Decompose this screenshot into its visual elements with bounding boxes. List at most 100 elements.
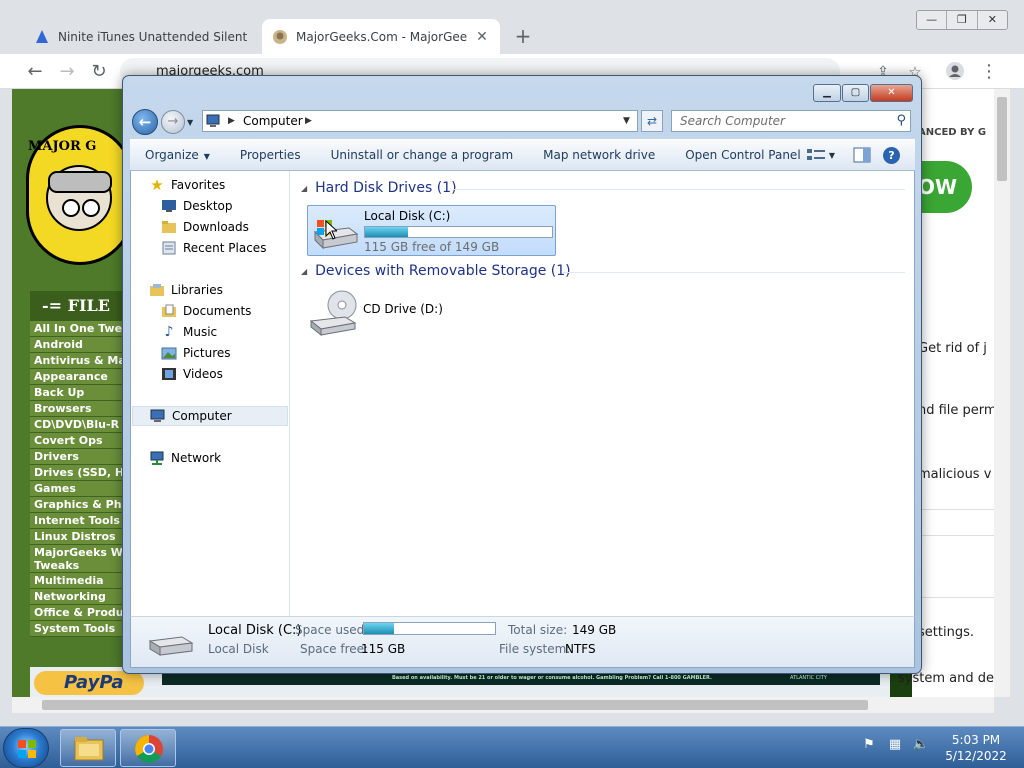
- open-control-panel-button[interactable]: Open Control Panel: [670, 148, 815, 162]
- breadcrumb-arrow-icon[interactable]: ▶: [228, 113, 235, 129]
- forward-button[interactable]: →: [161, 110, 185, 134]
- system-tray: ⚑ ▦ 🔈: [860, 735, 930, 755]
- address-dropdown-icon[interactable]: ▼: [623, 113, 630, 129]
- ad-text: Based on availability. Must be 21 or old…: [392, 675, 712, 681]
- cd-drive-icon: [309, 290, 357, 337]
- page-horizontal-scrollbar[interactable]: [12, 697, 994, 713]
- nav-pictures[interactable]: Pictures: [161, 343, 231, 363]
- chrome-window-controls: — ❐ ✕: [916, 10, 1008, 30]
- network-status-icon[interactable]: ▦: [886, 735, 904, 755]
- download-now-button[interactable]: OW: [914, 161, 972, 213]
- search-icon[interactable]: ⚲: [896, 111, 906, 131]
- computer-icon: [206, 114, 220, 127]
- reload-icon[interactable]: ↻: [88, 61, 110, 83]
- divider: [916, 597, 994, 598]
- collapse-triangle-icon[interactable]: ◢: [301, 184, 307, 193]
- majorgeeks-favicon-icon: [273, 29, 287, 44]
- recent-pages-dropdown-icon[interactable]: ▼: [187, 118, 193, 127]
- clock-time: 5:03 PM: [951, 733, 1001, 747]
- tab-majorgeeks[interactable]: MajorGeeks.Com - MajorGeeks ✕: [262, 19, 500, 54]
- close-button[interactable]: ✕: [977, 11, 1007, 29]
- organize-button[interactable]: Organize ▼: [130, 148, 225, 162]
- maximize-button[interactable]: ▢: [842, 84, 869, 102]
- organize-label: Organize: [145, 148, 199, 162]
- volume-icon[interactable]: 🔈: [912, 735, 930, 755]
- action-center-flag-icon[interactable]: ⚑: [860, 735, 878, 755]
- chevron-down-icon: ▼: [203, 152, 210, 161]
- change-view-icon[interactable]: [806, 148, 825, 162]
- nav-label: Downloads: [183, 220, 249, 234]
- close-button[interactable]: ✕: [870, 84, 913, 102]
- breadcrumb-computer[interactable]: Computer: [243, 113, 303, 129]
- nav-network[interactable]: Network: [149, 448, 221, 468]
- nav-documents[interactable]: Documents: [161, 301, 251, 321]
- article-snippet[interactable]: settings.: [918, 625, 974, 640]
- nav-label: Videos: [183, 367, 223, 381]
- restore-button[interactable]: ❐: [947, 11, 978, 29]
- taskbar-explorer-button[interactable]: [60, 729, 116, 767]
- scrollbar-thumb[interactable]: [42, 700, 868, 710]
- nav-music[interactable]: ♪ Music: [161, 322, 218, 342]
- page-vertical-scrollbar[interactable]: [994, 89, 1010, 697]
- help-icon[interactable]: ?: [883, 146, 900, 164]
- documents-icon: [161, 303, 177, 319]
- nav-videos[interactable]: Videos: [161, 364, 223, 384]
- total-size-value: 149 GB: [572, 623, 617, 637]
- drive-tile-local-disk-c[interactable]: Local Disk (C:) 115 GB free of 149 GB: [307, 205, 556, 256]
- profile-avatar-icon[interactable]: [944, 61, 966, 83]
- scrollbar-thumb[interactable]: [997, 97, 1007, 181]
- article-snippet[interactable]: nd file perm: [918, 403, 994, 418]
- map-network-drive-button[interactable]: Map network drive: [528, 148, 670, 162]
- properties-button[interactable]: Properties: [225, 148, 316, 162]
- kebab-menu-icon[interactable]: ⋮: [978, 61, 1000, 83]
- divider: [916, 535, 994, 536]
- nav-desktop[interactable]: Desktop: [161, 196, 233, 216]
- uninstall-program-button[interactable]: Uninstall or change a program: [316, 148, 529, 162]
- file-system-value: NTFS: [565, 642, 596, 656]
- system-clock[interactable]: 5:03 PM 5/12/2022: [936, 732, 1016, 764]
- nav-label: Favorites: [171, 178, 226, 192]
- article-snippet[interactable]: Get rid of j: [918, 341, 987, 356]
- close-tab-icon[interactable]: ✕: [474, 29, 490, 45]
- back-arrow-icon[interactable]: ←: [24, 61, 46, 83]
- nav-favorites[interactable]: ★ Favorites: [149, 175, 225, 195]
- nav-libraries[interactable]: Libraries: [149, 280, 223, 300]
- videos-icon: [161, 366, 177, 382]
- forward-arrow-icon[interactable]: →: [56, 61, 78, 83]
- breadcrumb-arrow-icon[interactable]: ▶: [305, 113, 312, 129]
- mouse-cursor-icon: [325, 220, 337, 240]
- collapse-triangle-icon[interactable]: ◢: [301, 267, 307, 276]
- space-free-label: Space free:: [300, 642, 369, 656]
- explorer-window: ▁ ▢ ✕ ← → ▼ ▶ Computer ▶ ▼ ⇄ Search Comp…: [122, 75, 922, 674]
- desktop-icon: [161, 198, 177, 214]
- view-options-dropdown-icon[interactable]: ▼: [829, 151, 835, 160]
- nav-downloads[interactable]: Downloads: [161, 217, 249, 237]
- nav-label: Documents: [183, 304, 252, 318]
- group-divider: [563, 272, 905, 273]
- new-tab-button[interactable]: +: [512, 26, 534, 48]
- address-bar[interactable]: ▶ Computer ▶ ▼: [202, 110, 638, 132]
- tab-ninite[interactable]: Ninite iTunes Unattended Silent I: [24, 19, 260, 54]
- group-title: Devices with Removable Storage (1): [315, 263, 571, 279]
- taskbar-chrome-button[interactable]: [120, 729, 176, 767]
- article-snippet[interactable]: malicious v: [918, 467, 991, 482]
- search-box[interactable]: Search Computer ⚲: [671, 110, 911, 132]
- group-header-hard-disk-drives[interactable]: ◢ Hard Disk Drives (1): [301, 178, 457, 198]
- nav-recent-places[interactable]: Recent Places: [161, 238, 266, 258]
- preview-pane-icon[interactable]: [853, 147, 871, 163]
- tab-title: MajorGeeks.Com - MajorGeeks: [296, 29, 468, 44]
- paypal-donate-button[interactable]: PayPa: [34, 671, 144, 695]
- minimize-button[interactable]: ▁: [813, 84, 841, 102]
- nav-label: Recent Places: [183, 241, 267, 255]
- content-pane: ◢ Hard Disk Drives (1) Local Disk (C:) 11…: [291, 171, 915, 616]
- tab-strip: Ninite iTunes Unattended Silent I MajorG…: [0, 0, 1024, 54]
- minimize-button[interactable]: —: [917, 11, 948, 29]
- nav-label: Network: [171, 451, 222, 465]
- back-button[interactable]: ←: [132, 109, 158, 135]
- nav-computer[interactable]: Computer: [132, 406, 288, 426]
- explorer-body: ★ Favorites Desktop Downloads Recent Plac…: [130, 171, 915, 616]
- start-button[interactable]: [3, 728, 49, 768]
- refresh-button[interactable]: ⇄: [641, 110, 663, 132]
- group-header-removable-storage[interactable]: ◢ Devices with Removable Storage (1): [301, 261, 571, 281]
- nav-label: Music: [183, 325, 218, 339]
